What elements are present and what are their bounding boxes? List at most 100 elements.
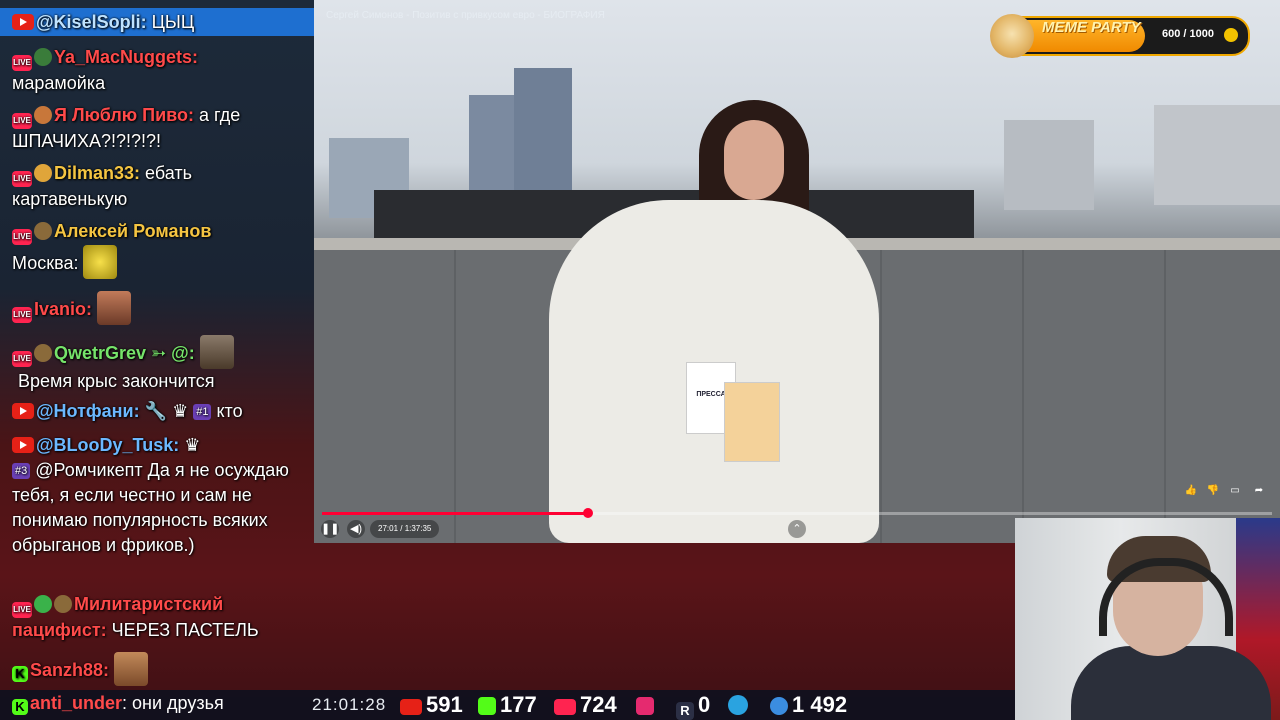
video-title: Сергей Симонов - Позитив с привкусом евр… bbox=[326, 10, 605, 21]
chat-message: LIVE Ya_MacNuggets: марамойка bbox=[12, 45, 310, 96]
chat-nick: Ya_MacNuggets: bbox=[54, 47, 199, 67]
vk-live-icon: LIVE bbox=[12, 307, 32, 323]
chat-text: ЦЫЦ bbox=[151, 12, 195, 32]
skyscraper bbox=[469, 95, 514, 195]
chat-nick-suffix: @: bbox=[171, 343, 195, 363]
chat-message: LIVE Милитаристский пацифист: ЧЕРЕЗ ПАСТЕ… bbox=[12, 592, 310, 643]
vk-live-icon: LIVE bbox=[12, 229, 32, 245]
chat-text: кто bbox=[216, 401, 243, 421]
chat-message: LIVE Алексей Романов Москва: bbox=[12, 219, 310, 279]
streamer-body bbox=[1071, 646, 1271, 720]
rank-badge: #1 bbox=[193, 404, 212, 420]
webcam-overlay bbox=[1015, 518, 1280, 720]
vk-live-icon: LIVE bbox=[12, 55, 32, 71]
youtube-count: 591 bbox=[426, 692, 463, 717]
chat-nick: Я Люблю Пиво: bbox=[54, 105, 195, 125]
chat-nick-suffix: ➳ bbox=[146, 343, 172, 363]
total-viewers-count: 1 492 bbox=[792, 692, 848, 717]
meme-party-widget: MEME PARTY 600 / 1000 bbox=[990, 14, 1250, 58]
coin-icon bbox=[1224, 28, 1238, 42]
telegram bbox=[728, 692, 752, 718]
hat-badge-icon bbox=[34, 222, 52, 240]
crown-icon: ♛ bbox=[172, 401, 189, 421]
chat-nick: Dilman33: bbox=[54, 163, 141, 183]
chat-message: @BLooDy_Tusk: ♛ #3 @Ромчикепт Да я не ос… bbox=[12, 433, 310, 558]
burger-badge-icon bbox=[34, 106, 52, 124]
chat-nick: anti_under bbox=[30, 693, 123, 713]
chat-nick: Алексей Романов bbox=[54, 221, 212, 241]
chat-text: Москва: bbox=[12, 253, 79, 273]
chat-message: Kanti_under: они друзья bbox=[12, 693, 224, 715]
kick-viewers: 177 bbox=[478, 692, 537, 718]
rutube-icon: R bbox=[676, 702, 694, 720]
rank-badge: #3 bbox=[12, 463, 31, 479]
stats-bar: Kanti_under: они друзья 21:01:28 591 177… bbox=[0, 690, 1015, 720]
pause-icon[interactable]: ❚❚ bbox=[321, 520, 339, 538]
chat-text: @Ромчикепт Да я не осуждаю тебя, я если … bbox=[12, 460, 289, 555]
volume-icon[interactable]: ◀) bbox=[347, 520, 365, 538]
progress-bar[interactable] bbox=[322, 508, 1272, 518]
trovo-viewers bbox=[636, 692, 658, 718]
youtube-icon bbox=[12, 403, 34, 419]
doge-icon bbox=[990, 14, 1034, 58]
emote-icon bbox=[114, 652, 149, 686]
chat-nick: @BLooDy_Tusk: bbox=[36, 435, 180, 455]
skyscraper bbox=[514, 68, 572, 196]
crown-icon: ♛ bbox=[184, 435, 201, 455]
share-icon[interactable]: ➦ bbox=[1252, 484, 1266, 498]
clock: 21:01:28 bbox=[312, 695, 387, 714]
chat-nick: Ivanio: bbox=[34, 299, 93, 319]
chat-text: Время крыс закончится bbox=[18, 371, 215, 391]
like-icon[interactable]: 👍 bbox=[1184, 484, 1198, 498]
chat-nick: @Нотфани: bbox=[36, 401, 140, 421]
kick-count: 177 bbox=[500, 692, 537, 717]
rutube-count: 0 bbox=[698, 692, 711, 717]
progress-knob[interactable] bbox=[583, 508, 593, 518]
building bbox=[1004, 120, 1094, 210]
chat-message: LIVE Dilman33: ебать картавенькую bbox=[12, 161, 310, 212]
building bbox=[1154, 105, 1280, 205]
globe-badge-icon bbox=[34, 48, 52, 66]
vk-live-icon: LIVE bbox=[12, 113, 32, 129]
vk-viewers: 724 bbox=[554, 692, 617, 718]
hat-badge-icon bbox=[34, 344, 52, 362]
vk-live-icon bbox=[554, 699, 576, 715]
play-icon bbox=[636, 697, 654, 715]
chat-panel: @KiselSopli: ЦЫЦ LIVE Ya_MacNuggets: мара… bbox=[0, 0, 314, 690]
person-face bbox=[724, 120, 784, 200]
meme-party-count: 600 / 1000 bbox=[1162, 28, 1214, 40]
chat-text: марамойка bbox=[12, 73, 106, 93]
meme-party-title: MEME PARTY bbox=[1042, 19, 1141, 36]
chat-message: LIVE Ivanio: bbox=[12, 291, 310, 325]
timecode: 27:01 / 1:37:35 bbox=[370, 520, 440, 538]
kick-icon: K bbox=[12, 666, 28, 682]
chevron-up-icon[interactable]: ⌃ bbox=[788, 520, 806, 538]
dislike-icon[interactable]: 👎 bbox=[1206, 484, 1220, 498]
emote-icon bbox=[83, 245, 118, 279]
hat-badge-icon bbox=[54, 595, 72, 613]
chat-message: @KiselSopli: ЦЫЦ bbox=[12, 10, 310, 35]
fries-badge-icon bbox=[34, 164, 52, 182]
video-player[interactable]: ПРЕССА Сергей Симонов - Позитив с привку… bbox=[314, 0, 1280, 543]
chat-message: @Нотфани: 🔧 ♛ #1 кто bbox=[12, 399, 310, 424]
chat-text: ЧЕРЕЗ ПАСТЕЛЬ bbox=[111, 620, 259, 640]
youtube-icon bbox=[12, 437, 34, 453]
youtube-icon bbox=[12, 14, 34, 30]
vk-live-icon: LIVE bbox=[12, 602, 32, 618]
youtube-icon bbox=[400, 699, 422, 715]
vk-live-icon: LIVE bbox=[12, 171, 32, 187]
chat-message: LIVE Я Люблю Пиво: а где ШПАЧИХА?!?!?!?! bbox=[12, 103, 310, 154]
chat-nick: QwetrGrev bbox=[54, 343, 147, 363]
chat-nick: @KiselSopli: bbox=[36, 12, 147, 32]
youtube-viewers: 591 bbox=[400, 692, 463, 718]
chat-nick: Sanzh88: bbox=[30, 660, 110, 680]
rutube-viewers: R0 bbox=[676, 692, 710, 720]
vk-live-icon: LIVE bbox=[12, 351, 32, 367]
user-icon bbox=[770, 697, 788, 715]
comment-icon[interactable]: ▭ bbox=[1228, 484, 1242, 498]
chat-message: K Sanzh88: bbox=[12, 652, 310, 686]
vk-count: 724 bbox=[580, 692, 617, 717]
total-viewers: 1 492 bbox=[770, 692, 847, 718]
progress-fill bbox=[322, 512, 588, 515]
check-badge-icon bbox=[34, 595, 52, 613]
